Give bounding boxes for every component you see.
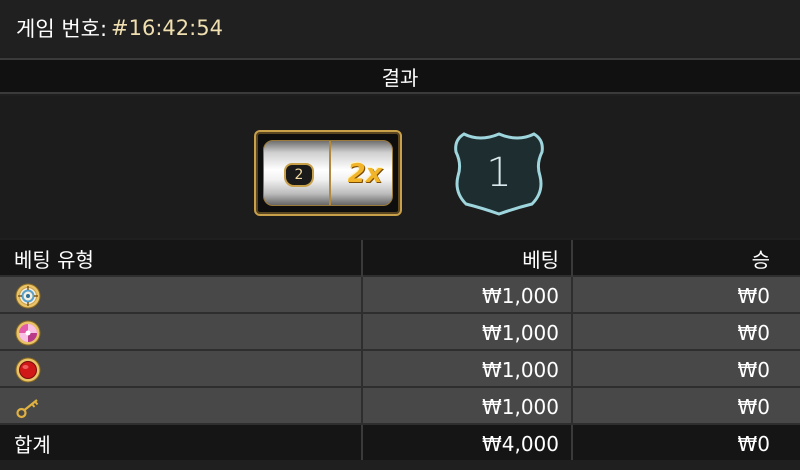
col-win: 승 [751,248,770,272]
slot-badge: 2 [284,163,314,187]
slot-divider [329,141,331,205]
game-number-value: #16:42:54 [111,16,223,40]
table-total-row: 합계 ₩4,000 ₩0 [0,425,800,462]
win-amount: ₩0 [737,283,771,308]
total-bet-amount: ₩4,000 [363,425,573,462]
win-amount: ₩0 [737,320,771,345]
footer-strip [0,460,800,470]
total-win-amount: ₩0 [737,431,771,456]
result-title-bar: 결과 [0,58,800,94]
target-coin-icon [14,282,42,310]
table-row: ₩1,000 ₩0 [0,314,800,351]
game-history-panel: 게임 번호: #16:42:54 결과 2 2x 1 베팅 유형 베팅 승 ₩1… [0,0,800,470]
col-bet: 베팅 [363,240,573,277]
bet-table: 베팅 유형 베팅 승 ₩1,000 ₩0 ₩1,000 ₩0 ₩1,000 ₩0… [0,240,800,462]
table-row: ₩1,000 ₩0 [0,351,800,388]
table-row: ₩1,000 ₩0 [0,388,800,425]
total-label: 합계 [0,425,363,462]
outcome-number: 1 [486,150,512,196]
result-title: 결과 [381,65,419,90]
col-bet-type: 베팅 유형 [0,240,363,277]
slot-badge-number: 2 [294,167,304,183]
table-header-row: 베팅 유형 베팅 승 [0,240,800,277]
game-number-label: 게임 번호: [16,17,108,41]
game-number-header: 게임 번호: #16:42:54 [0,0,800,56]
slot-reel: 2 2x [263,140,393,206]
bet-amount: ₩1,000 [363,388,573,425]
bet-amount: ₩1,000 [363,314,573,351]
table-row: ₩1,000 ₩0 [0,277,800,314]
bet-amount: ₩1,000 [363,277,573,314]
gold-key-icon [14,393,42,421]
win-amount: ₩0 [737,357,771,382]
slot-reel-frame: 2 2x [254,130,402,216]
red-coin-icon [14,356,42,384]
slot-multiplier: 2x [347,159,383,189]
candy-swirl-coin-icon [14,319,42,347]
win-amount: ₩0 [737,394,771,419]
bet-amount: ₩1,000 [363,351,573,388]
